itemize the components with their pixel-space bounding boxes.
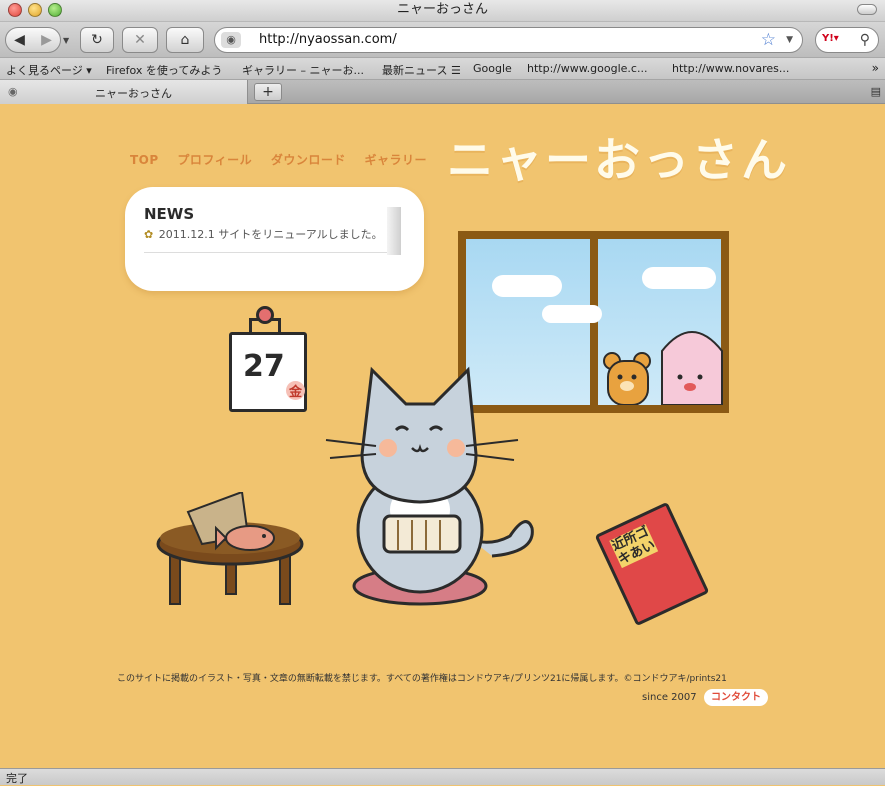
yahoo-engine-icon[interactable]: Y!▾ [822,33,839,44]
home-button[interactable]: ⌂ [166,27,204,53]
news-box: NEWS ✿ 2011.12.1 サイトをリニューアルしました。 [131,193,418,285]
calendar-weekday: 金 [286,381,306,400]
since-text: since 2007 [642,692,697,703]
cloud-icon [492,275,562,297]
toolbar-toggle-button[interactable] [857,4,877,15]
bookmark-item[interactable]: Google [473,62,512,75]
page-content: TOP プロフィール ダウンロード ギャラリー ニャーおっさん NEWS ✿ 2… [0,104,885,768]
reload-icon: ↻ [91,32,103,48]
news-scrollbar[interactable] [387,207,401,255]
calendar-illustration: 27 金 [229,332,307,412]
url-text[interactable]: http://nyaossan.com/ [259,32,397,47]
window-title: ニャーおっさん [396,2,488,17]
bookmark-item[interactable]: http://www.google.c... [527,62,647,75]
bookmark-item[interactable]: よく見るページ ▾ [6,62,92,78]
status-text: 完了 [6,772,28,785]
url-dropdown-icon[interactable]: ▼ [786,35,793,45]
news-item: ✿ 2011.12.1 サイトをリニューアルしました。 [144,226,383,242]
bookmarks-overflow-icon[interactable]: » [872,61,879,75]
minimize-window-button[interactable] [28,3,42,17]
copyright-text: このサイトに掲載のイラスト・写真・文章の無断転載を禁じます。すべての著作権はコン… [117,674,727,684]
book-label: 近所ゴキあい [609,524,659,569]
nav-download[interactable]: ダウンロード [271,153,346,167]
status-bar: 完了 [0,768,885,785]
close-window-button[interactable] [8,3,22,17]
contact-button[interactable]: コンタクト [704,689,768,706]
nav-gallery[interactable]: ギャラリー [365,153,428,167]
site-favicon-icon: ◉ [221,32,241,48]
cloud-icon [542,305,602,323]
news-title: NEWS [144,205,195,223]
home-icon: ⌂ [180,32,190,48]
book-illustration: 近所ゴキあい [594,501,710,627]
stop-icon: ✕ [134,32,146,48]
tab-title: ニャーおっさん [95,87,172,100]
news-divider [144,252,389,253]
bookmark-item[interactable]: 最新ニュース ☰ [382,62,461,78]
friends-in-window-illustration [603,331,723,405]
navigation-toolbar: ◀ ▶ ▼ ↻ ✕ ⌂ ◉ http://nyaossan.com/ ☆ ▼ Y… [0,22,885,58]
new-tab-button[interactable]: + [254,83,282,101]
forward-icon[interactable]: ▶ [41,32,52,48]
history-dropdown-icon[interactable]: ▼ [63,36,69,45]
search-icon[interactable]: ⚲ [860,32,870,48]
pin-icon [256,306,274,324]
news-bullet-icon: ✿ [144,228,154,241]
site-nav: TOP プロフィール ダウンロード ギャラリー [130,151,441,168]
nav-top[interactable]: TOP [130,153,159,167]
bookmarks-toolbar: よく見るページ ▾ Firefox を使ってみよう ギャラリー – ニャーお..… [0,58,885,80]
cat-character-illustration [325,366,534,606]
calendar-day: 27 [243,349,285,384]
window-titlebar: ニャーおっさん [0,0,885,22]
zoom-window-button[interactable] [48,3,62,17]
bookmark-star-icon[interactable]: ☆ [761,30,776,50]
search-bar[interactable]: Y!▾ ⚲ [815,27,879,53]
back-icon[interactable]: ◀ [14,32,25,48]
cloud-icon [642,267,716,289]
back-forward-buttons: ◀ ▶ [5,27,61,53]
tab-bar: ◉ ニャーおっさん + ▤ [0,80,885,104]
address-bar[interactable]: ◉ http://nyaossan.com/ ☆ ▼ [214,27,803,53]
site-logo[interactable]: ニャーおっさん [447,124,790,190]
news-item-text: 2011.12.1 サイトをリニューアルしました。 [158,228,383,241]
bookmark-item[interactable]: ギャラリー – ニャーお... [242,62,364,78]
nav-profile[interactable]: プロフィール [177,153,252,167]
tab-active[interactable]: ◉ ニャーおっさん [0,80,248,104]
tab-list-icon[interactable]: ▤ [871,85,881,98]
bookmark-item[interactable]: Firefox を使ってみよう [106,62,222,78]
tab-favicon-icon: ◉ [8,85,18,98]
bookmark-item[interactable]: http://www.novares... [672,62,789,75]
stop-button[interactable]: ✕ [122,27,158,53]
reload-button[interactable]: ↻ [80,27,114,53]
table-with-fish-illustration [156,492,304,605]
